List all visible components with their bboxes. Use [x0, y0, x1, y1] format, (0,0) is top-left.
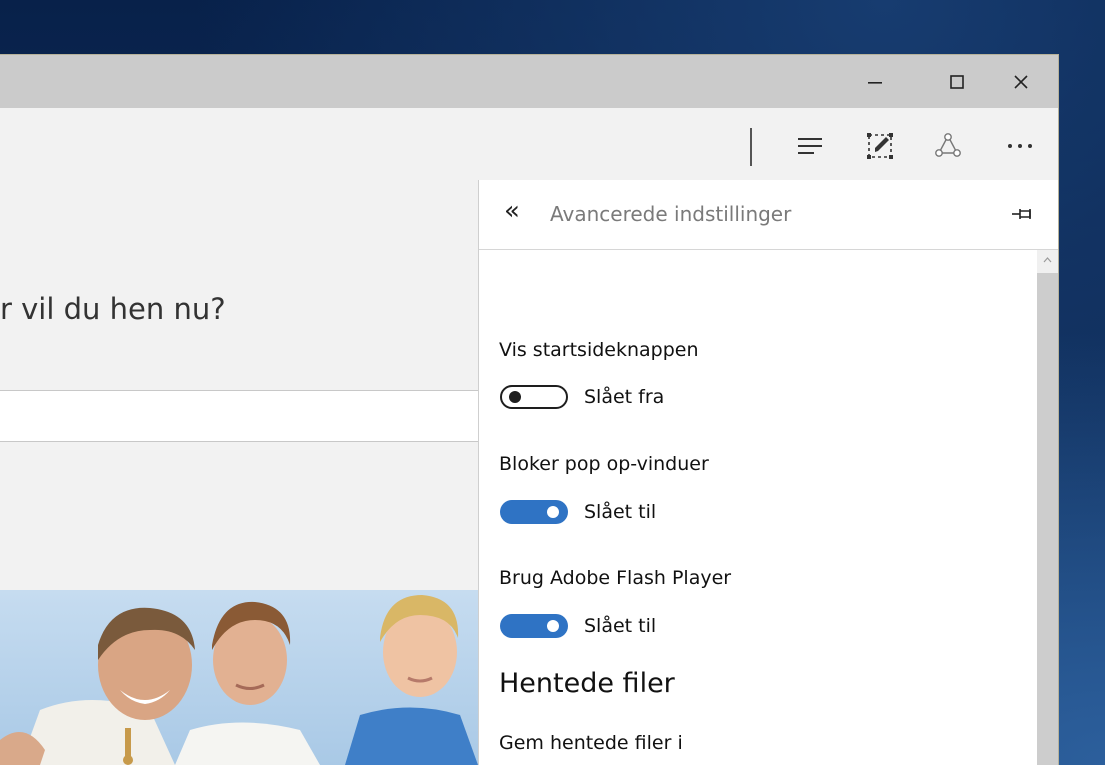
news-photo — [0, 590, 478, 765]
minimize-button[interactable] — [850, 55, 900, 108]
share-button[interactable] — [928, 126, 968, 166]
more-button[interactable] — [1000, 126, 1040, 166]
setting-block-popups: Slået til — [500, 498, 656, 526]
setting-label-flash-player: Brug Adobe Flash Player — [499, 567, 732, 589]
search-input[interactable] — [0, 390, 500, 442]
share-icon — [935, 133, 961, 157]
page-question: r vil du hen nu? — [0, 292, 226, 326]
minimize-icon — [868, 81, 882, 84]
maximize-button[interactable] — [932, 55, 982, 108]
toggle-knob — [547, 620, 559, 632]
setting-label-block-popups: Bloker pop op-vinduer — [499, 453, 709, 475]
more-icon — [1008, 144, 1032, 148]
toggle-state-label: Slået til — [584, 501, 657, 523]
maximize-icon — [950, 74, 964, 89]
setting-flash-player: Slået til — [500, 612, 656, 640]
scroll-up-arrow-icon[interactable] — [1037, 250, 1058, 270]
toggle-state-label: Slået til — [584, 615, 657, 637]
setting-label-home-button: Vis startsideknappen — [499, 339, 699, 361]
panel-header: « Avancerede indstillinger — [479, 180, 1058, 250]
save-downloads-label: Gem hentede filer i — [499, 732, 683, 754]
web-note-button[interactable] — [860, 126, 900, 166]
toolbar-separator — [750, 128, 752, 166]
web-note-icon — [867, 133, 893, 159]
advanced-settings-panel: « Avancerede indstillinger Vis startside… — [478, 180, 1058, 765]
toggle-home-button[interactable] — [500, 385, 568, 409]
panel-scrollbar[interactable] — [1037, 250, 1058, 765]
close-icon — [1014, 74, 1028, 89]
browser-window: r vil du hen nu? « Avancerede indstillin… — [0, 55, 1058, 765]
title-bar[interactable] — [0, 55, 1058, 108]
setting-home-button: Slået fra — [500, 383, 664, 411]
toggle-knob — [547, 506, 559, 518]
hub-button[interactable] — [790, 126, 830, 166]
toggle-state-label: Slået fra — [584, 386, 665, 408]
browser-toolbar — [0, 108, 1058, 180]
pin-icon[interactable] — [1011, 206, 1035, 222]
toggle-knob — [509, 391, 521, 403]
downloads-heading: Hentede filer — [499, 668, 675, 699]
panel-title: Avancerede indstillinger — [550, 202, 792, 226]
hub-icon — [798, 138, 822, 154]
toggle-block-popups[interactable] — [500, 500, 568, 524]
close-button[interactable] — [996, 55, 1046, 108]
toggle-flash-player[interactable] — [500, 614, 568, 638]
back-icon[interactable]: « — [504, 198, 520, 224]
scrollbar-thumb[interactable] — [1037, 273, 1058, 765]
